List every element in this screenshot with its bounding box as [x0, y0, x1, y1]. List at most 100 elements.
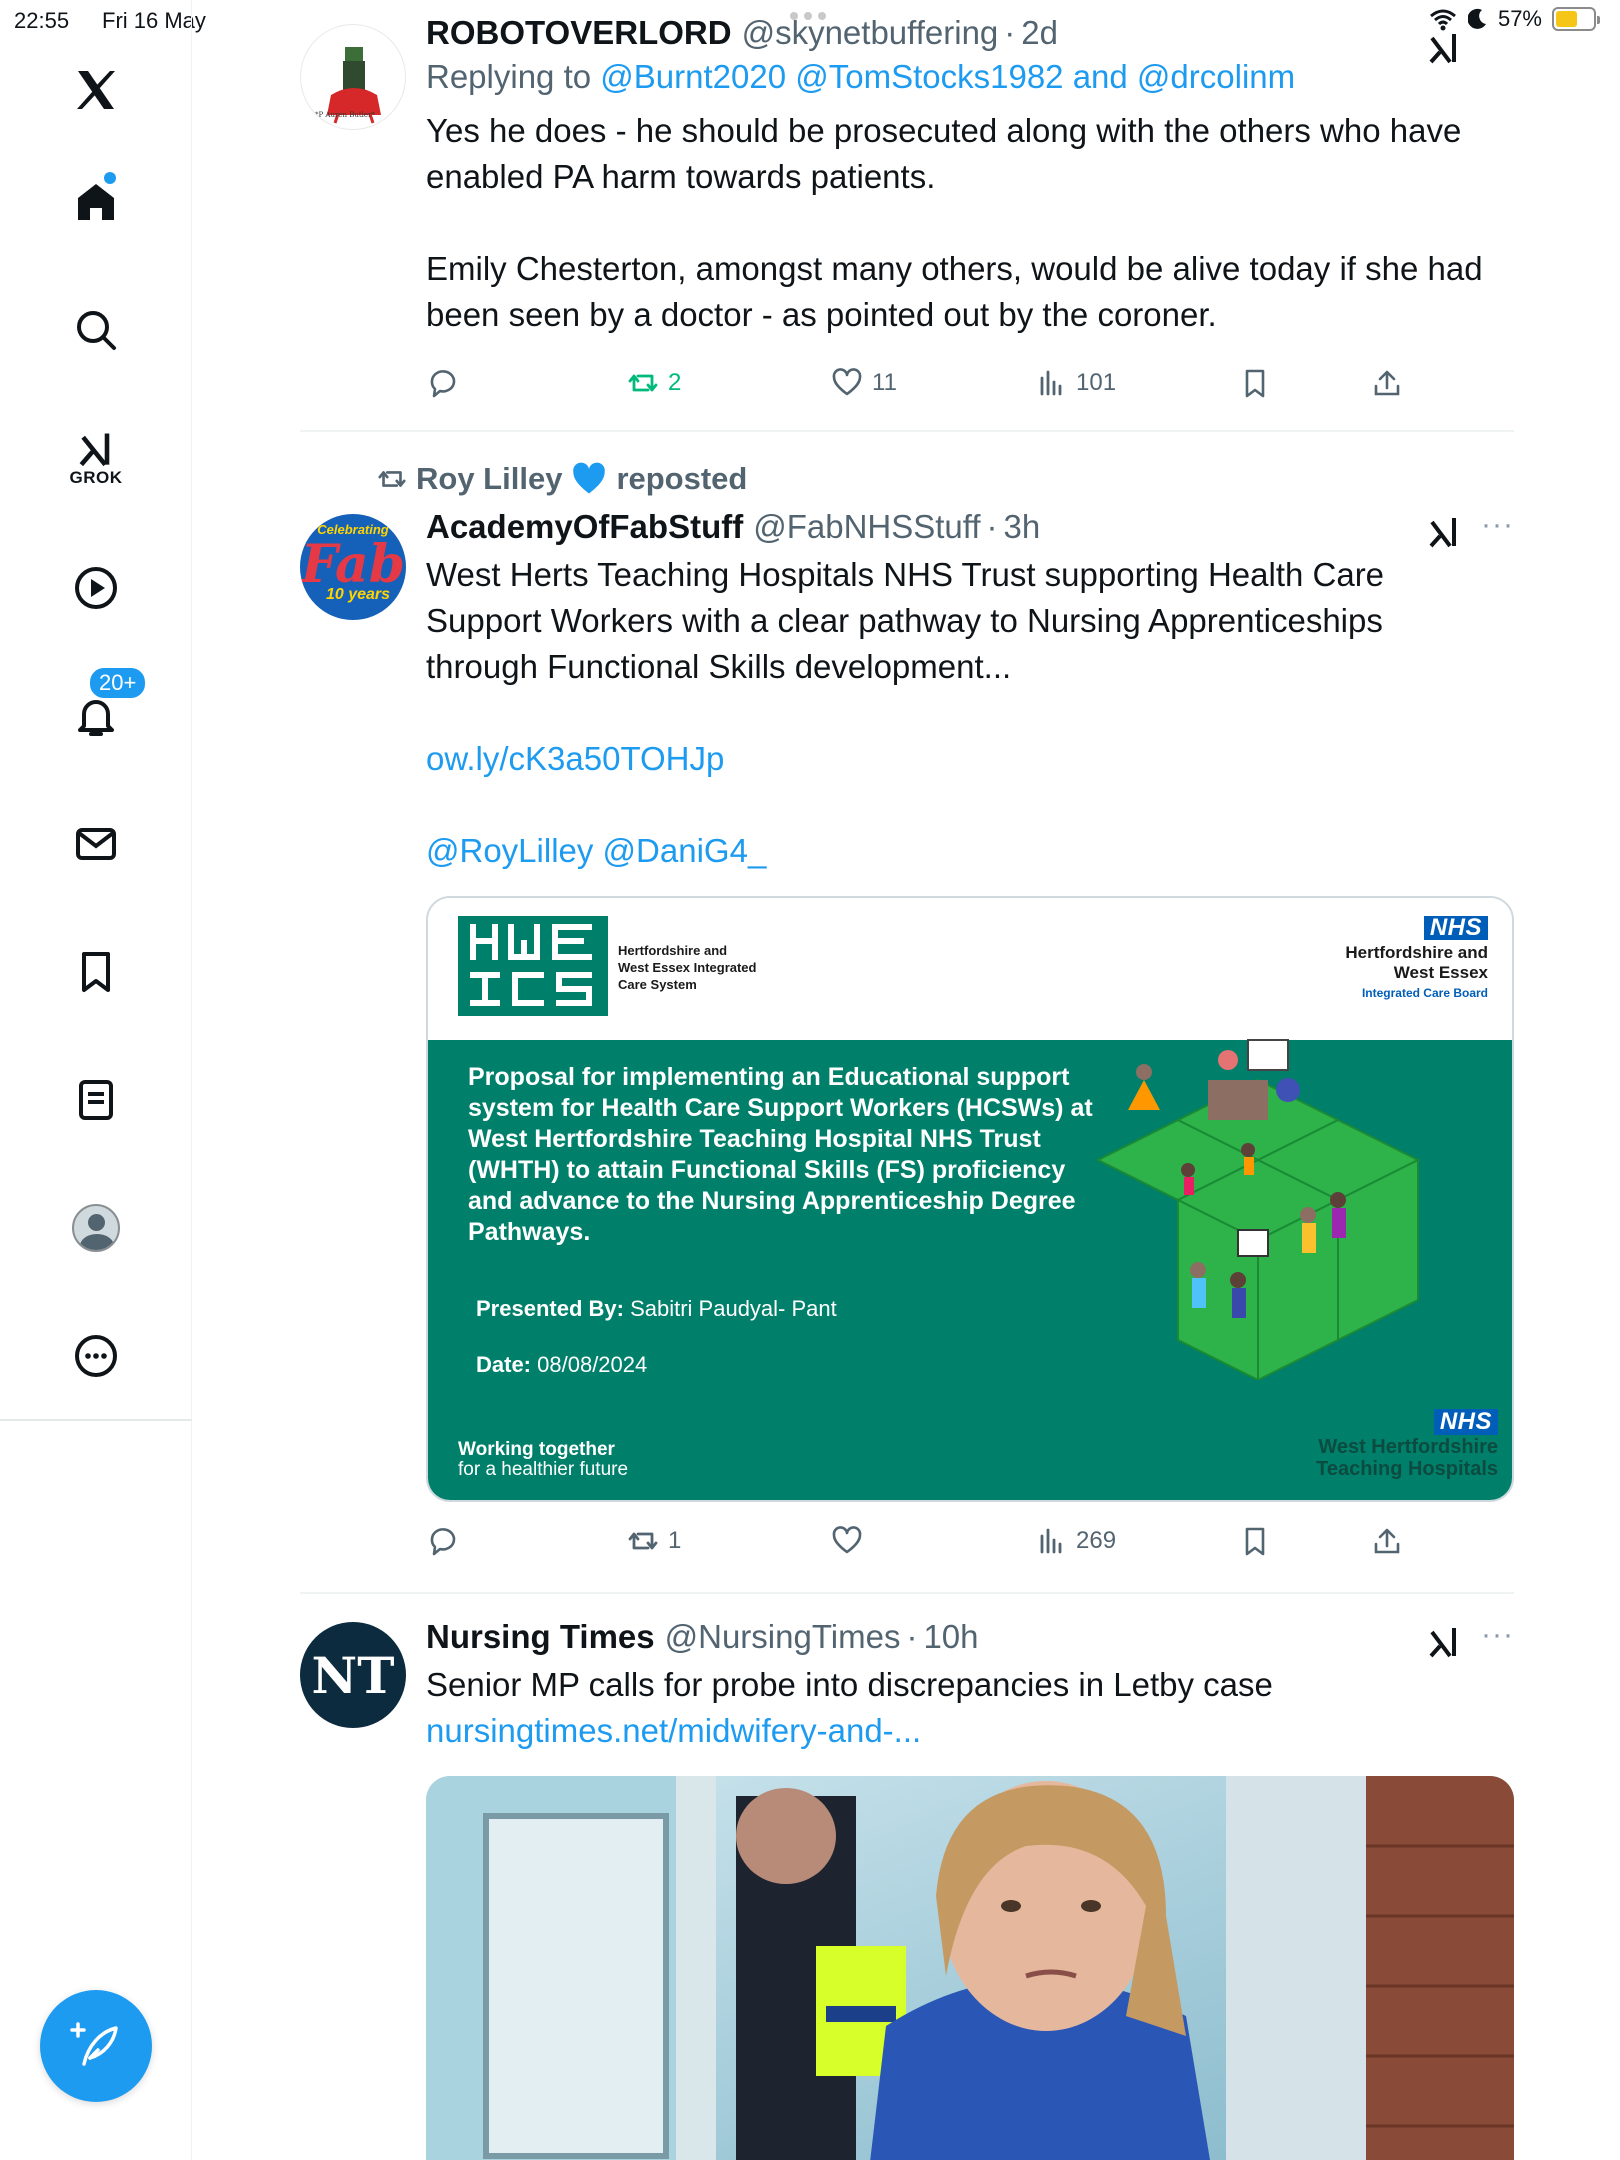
x-logo-icon[interactable] — [56, 50, 136, 130]
sidebar-divider — [0, 1419, 192, 1421]
slide-illustration — [1095, 1039, 1421, 1380]
author-handle[interactable]: @FabNHSStuff — [753, 508, 980, 546]
sidebar-item-messages[interactable] — [56, 804, 136, 884]
sidebar-item-more[interactable] — [56, 1316, 136, 1396]
trust-logo: NHS West Hertfordshire Teaching Hospital… — [1316, 1409, 1498, 1480]
replying-to-handles[interactable]: @Burnt2020 @TomStocks1982 and @drcolinm — [600, 58, 1295, 95]
footer-line1: Working together — [458, 1439, 615, 1460]
play-icon — [75, 567, 117, 609]
board-line3: Integrated Care Board — [1361, 986, 1488, 1000]
compose-icon — [70, 2022, 118, 2066]
sidebar-nav: GROK 20+ — [0, 0, 192, 2160]
tweet-link[interactable]: nursingtimes.net/midwifery-and-... — [426, 1708, 1514, 1754]
sidebar-item-bookmarks[interactable] — [56, 932, 136, 1012]
date-label: Date: — [476, 1352, 532, 1377]
author-handle[interactable]: @skynetbuffering — [742, 14, 999, 52]
tweet-time[interactable]: 10h — [923, 1618, 978, 1656]
tweet-robotoverlord[interactable]: *P Auren Butler* ROBOTOVERLORD @skynetbu… — [300, 14, 1514, 434]
board-line2: West Essex — [1393, 963, 1488, 982]
tweet-nursingtimes[interactable]: NT Nursing Times @NursingTimes · 10h Sen… — [300, 1618, 1514, 2160]
slide-presenter: Presented By: Sabitri Paudyal- Pant — [476, 1296, 837, 1322]
author-name[interactable]: Nursing Times — [426, 1618, 655, 1656]
avatar-line3: 10 years — [325, 586, 391, 603]
heart-icon — [832, 1526, 862, 1554]
sidebar-item-home[interactable] — [56, 162, 136, 242]
compose-button[interactable] — [40, 1990, 152, 2102]
bookmark-button[interactable] — [1238, 1524, 1272, 1558]
media-photo[interactable] — [426, 1776, 1514, 2160]
nhs-logo: NHS — [1423, 916, 1488, 940]
sidebar-item-notifications[interactable]: 20+ — [56, 666, 148, 756]
repost-button[interactable]: 2 — [626, 366, 681, 400]
tweet-text: Yes he does - he should be prosecuted al… — [426, 112, 1483, 333]
tweet-link[interactable]: ow.ly/cK3a50TOHJp — [426, 736, 1514, 782]
reply-button[interactable] — [426, 366, 460, 400]
grok-icon[interactable] — [1426, 1624, 1462, 1660]
news-photo — [426, 1776, 1514, 2160]
hwe-ics-logo — [458, 916, 608, 1016]
reposted-label: reposted — [616, 461, 748, 496]
tweet-academyoffabstuff[interactable]: Roy Lilley reposted Celebrating Fab 10 y… — [300, 458, 1514, 1578]
tweet-avatar[interactable]: NT — [300, 1622, 406, 1728]
presented-label: Presented By: — [476, 1296, 624, 1321]
more-options-icon[interactable]: ··· — [1481, 508, 1514, 542]
icb-logo: NHS Hertfordshire and West Essex Integra… — [1345, 916, 1488, 1003]
tweet-avatar[interactable]: *P Auren Butler* — [300, 24, 406, 130]
grok-icon[interactable] — [1426, 514, 1462, 550]
list-icon — [79, 1080, 113, 1120]
like-button[interactable]: 11 — [830, 366, 897, 400]
reply-icon — [430, 370, 456, 398]
author-handle[interactable]: @NursingTimes — [665, 1618, 901, 1656]
tweet-time[interactable]: 2d — [1021, 14, 1058, 52]
bookmark-button[interactable] — [1238, 366, 1272, 400]
repost-button[interactable]: 1 — [626, 1524, 681, 1558]
more-icon — [75, 1335, 117, 1377]
tweet-avatar[interactable]: Celebrating Fab 10 years — [300, 514, 406, 620]
tweet-text: West Herts Teaching Hospitals NHS Trust … — [426, 556, 1394, 685]
sidebar-item-search[interactable] — [56, 290, 136, 370]
trust-line2: Teaching Hospitals — [1316, 1458, 1498, 1480]
org-name: Hertfordshire and West Essex Integrated … — [618, 943, 757, 992]
separator-dot: · — [906, 1618, 918, 1655]
tweet-actions: 2 11 101 — [426, 366, 1514, 406]
tweet-mentions[interactable]: @RoyLilley @DaniG4_ — [426, 828, 1514, 874]
views-button[interactable]: 269 — [1034, 1524, 1116, 1558]
footer-line2: for a healthier future — [458, 1459, 629, 1480]
home-icon — [78, 184, 114, 220]
tweet-header: Nursing Times @NursingTimes · 10h — [426, 1618, 1514, 1656]
tweet-header: AcademyOfFabStuff @FabNHSStuff · 3h — [426, 508, 1514, 546]
author-name[interactable]: ROBOTOVERLORD — [426, 14, 732, 52]
home-notification-dot — [104, 172, 116, 184]
reposted-by-name[interactable]: Roy Lilley — [416, 461, 562, 497]
notifications-badge: 20+ — [88, 666, 148, 700]
board-line1: Hertfordshire and — [1345, 943, 1488, 962]
grok-icon[interactable] — [1426, 30, 1462, 66]
repost-icon — [378, 471, 406, 487]
media-card[interactable]: Hertfordshire and West Essex Integrated … — [426, 896, 1514, 1502]
views-button[interactable]: 101 — [1034, 366, 1116, 400]
more-options-icon[interactable]: ··· — [1481, 1618, 1514, 1652]
avatar-initials: NT — [311, 1645, 395, 1705]
share-button[interactable] — [1370, 366, 1404, 400]
tweet-time[interactable]: 3h — [1004, 508, 1041, 546]
share-icon — [1374, 370, 1400, 396]
sidebar-item-video[interactable] — [56, 548, 136, 628]
slide-title: Proposal for implementing an Educational… — [468, 1063, 1093, 1246]
repost-context: Roy Lilley reposted — [376, 460, 747, 498]
author-name[interactable]: AcademyOfFabStuff — [426, 508, 743, 546]
views-count: 269 — [1076, 1527, 1117, 1554]
sidebar-item-profile[interactable] — [56, 1188, 136, 1268]
presenter-name: Sabitri Paudyal- Pant — [630, 1296, 837, 1321]
replying-to-line: Replying to @Burnt2020 @TomStocks1982 an… — [426, 58, 1514, 96]
views-icon — [1040, 370, 1062, 396]
share-button[interactable] — [1370, 1524, 1404, 1558]
mail-icon — [76, 828, 116, 860]
reply-button[interactable] — [426, 1524, 460, 1558]
grok-label: GROK — [69, 468, 123, 487]
sidebar-item-lists[interactable] — [56, 1060, 136, 1140]
search-icon — [77, 311, 116, 350]
sidebar-item-grok[interactable]: GROK — [56, 418, 136, 498]
nhs-logo: NHS — [1433, 1409, 1498, 1435]
like-button[interactable] — [830, 1524, 864, 1558]
share-icon — [1374, 1528, 1400, 1554]
